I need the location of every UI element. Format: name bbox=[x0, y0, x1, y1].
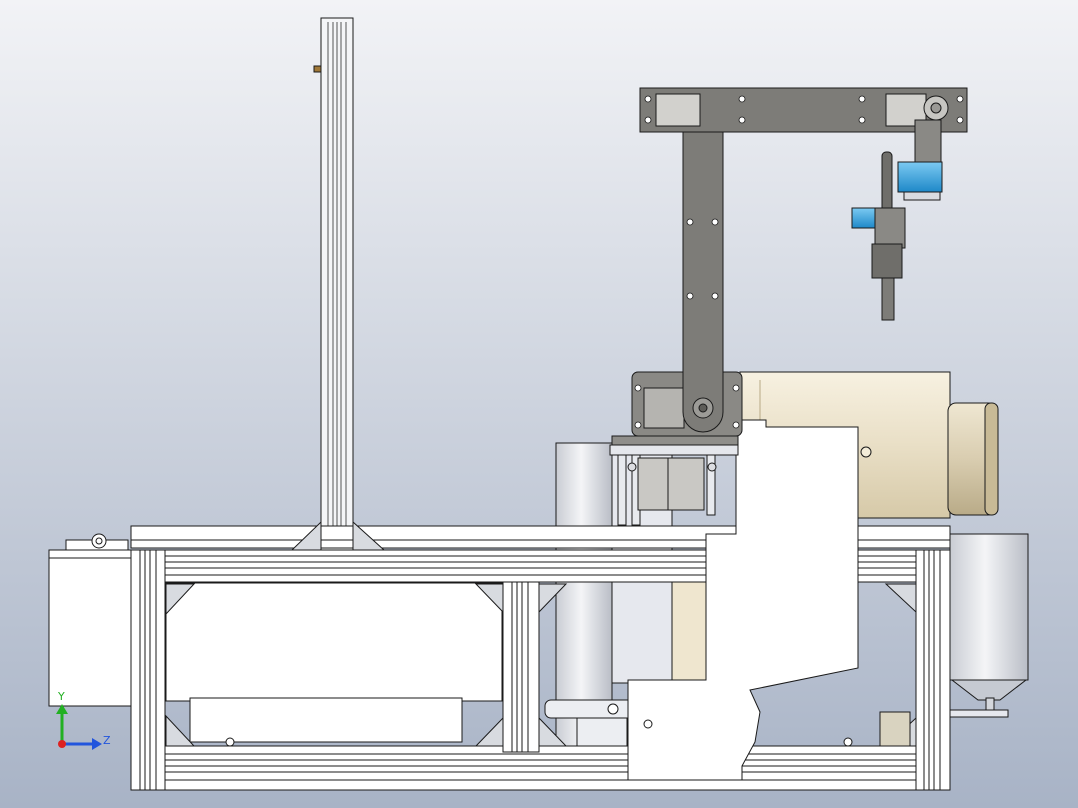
origin-dot bbox=[58, 740, 66, 748]
left-motor-box bbox=[48, 533, 132, 707]
wrist-servo bbox=[897, 161, 943, 193]
gripper-finger bbox=[881, 277, 895, 321]
assembly-drawing bbox=[0, 0, 1078, 808]
z-axis-label: Z bbox=[103, 734, 111, 747]
upper-arm-link bbox=[682, 91, 724, 433]
y-axis-label: Y bbox=[58, 690, 65, 703]
plate-hole bbox=[643, 719, 653, 729]
cad-viewport[interactable]: Y Z bbox=[0, 0, 1078, 808]
